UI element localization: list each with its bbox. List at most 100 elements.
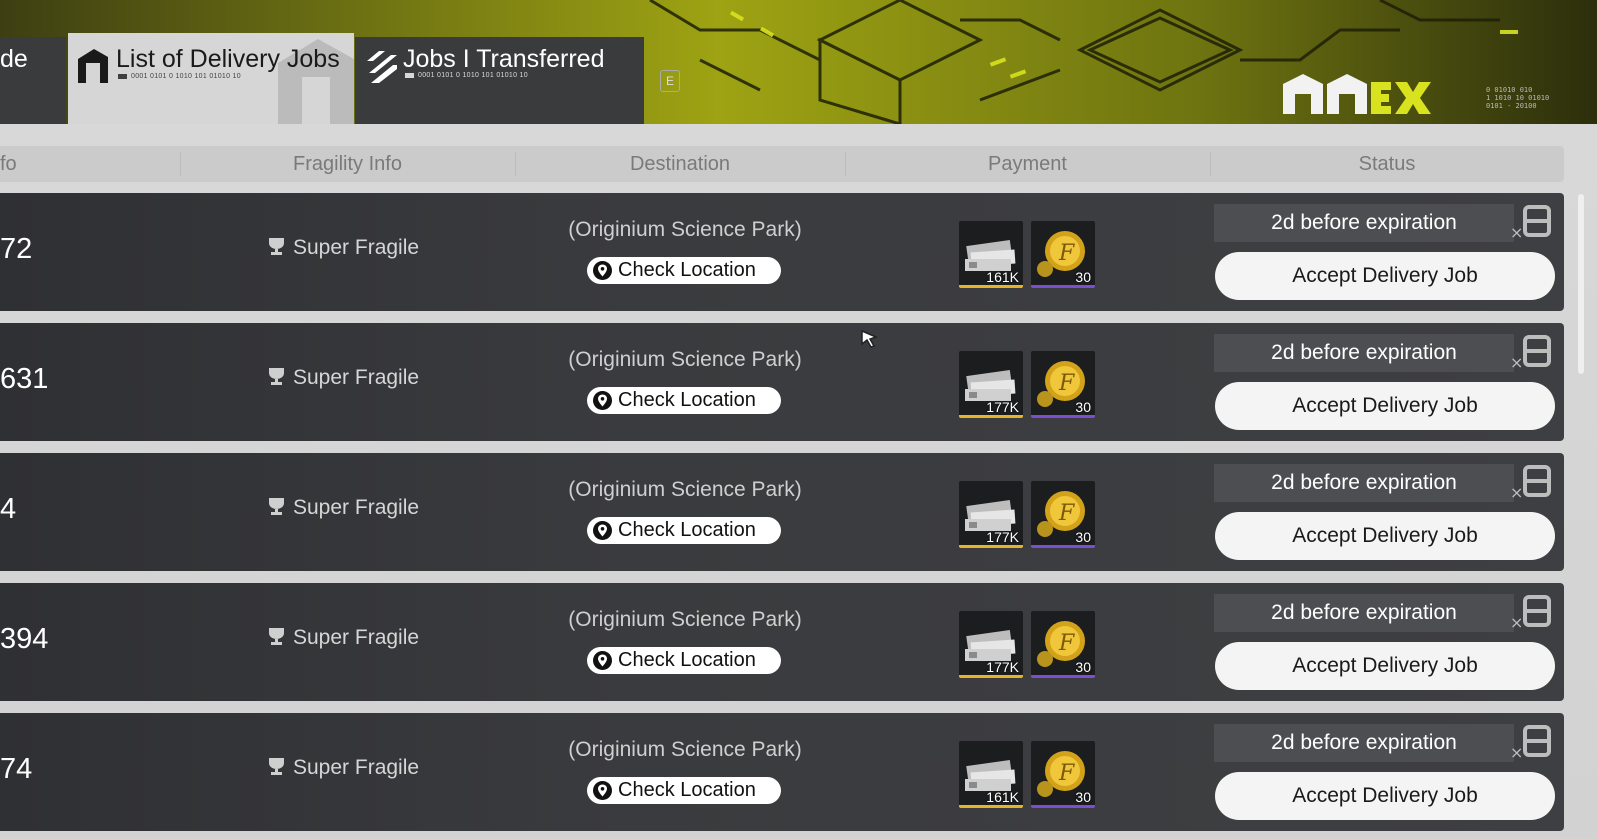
payment-money[interactable]: 177K	[959, 481, 1023, 548]
svg-text:×: ×	[1510, 483, 1523, 501]
job-row[interactable]: 631 Super Fragile (Originium Science Par…	[0, 323, 1564, 441]
tab-list-of-delivery-jobs[interactable]: List of Delivery Jobs 0001 0101 0 1010 1…	[68, 33, 354, 124]
check-location-button[interactable]: Check Location	[587, 647, 781, 674]
svg-text:×: ×	[1510, 353, 1523, 371]
accept-delivery-job-button[interactable]: Accept Delivery Job	[1215, 252, 1555, 300]
svg-text:F: F	[1058, 631, 1075, 656]
trophy-cup-icon	[269, 368, 284, 385]
column-header: fo Fragility Info Destination Payment St…	[0, 146, 1564, 182]
fragility-info: Super Fragile	[268, 236, 419, 260]
payment-coin[interactable]: F 30	[1031, 351, 1095, 418]
payment-coin[interactable]: F 30	[1031, 611, 1095, 678]
mouse-cursor-icon	[861, 329, 878, 348]
job-row[interactable]: 72 Super Fragile (Originium Science Park…	[0, 193, 1564, 311]
svg-text:×: ×	[1510, 743, 1523, 761]
map-pin-icon	[593, 651, 612, 670]
coin-amount: 30	[1075, 659, 1091, 675]
discard-job-icon[interactable]: ×	[1510, 205, 1552, 241]
check-location-button[interactable]: Check Location	[587, 387, 781, 414]
fragility-info: Super Fragile	[268, 626, 419, 650]
expiration-status: 2d before expiration	[1214, 464, 1514, 502]
warehouse-icon	[78, 49, 108, 83]
job-id: 72	[0, 233, 33, 265]
job-row[interactable]: 74 Super Fragile (Originium Science Park…	[0, 713, 1564, 831]
column-fragility: Fragility Info	[293, 153, 402, 175]
job-row[interactable]: 4 Super Fragile (Originium Science Park)…	[0, 453, 1564, 571]
destination-name: (Originium Science Park)	[568, 478, 802, 501]
tab-transferred-code: 0001 0101 0 1010 101 01010 10	[405, 72, 528, 79]
fragility-label: Super Fragile	[293, 626, 420, 649]
tab-transferred-label: Jobs I Transferred	[403, 45, 605, 73]
coin-amount: 30	[1075, 399, 1091, 415]
payment-money[interactable]: 177K	[959, 351, 1023, 418]
check-location-label: Check Location	[618, 779, 756, 801]
destination-name: (Originium Science Park)	[568, 348, 802, 371]
tab-list-label: List of Delivery Jobs	[116, 45, 340, 73]
fragility-label: Super Fragile	[293, 496, 420, 519]
brand-code: 0 01010 010 1 1010 10 01010 0101 - 20100	[1486, 86, 1549, 110]
tab-guide[interactable]: de	[0, 37, 66, 124]
payment-coin[interactable]: F 30	[1031, 741, 1095, 808]
trophy-cup-icon	[269, 498, 284, 515]
delivery-jobs-panel: fo Fragility Info Destination Payment St…	[0, 124, 1597, 839]
expiration-status: 2d before expiration	[1214, 594, 1514, 632]
payment-coin[interactable]: F 30	[1031, 221, 1095, 288]
payment-money[interactable]: 161K	[959, 741, 1023, 808]
accept-delivery-job-button[interactable]: Accept Delivery Job	[1215, 512, 1555, 560]
accept-delivery-job-button[interactable]: Accept Delivery Job	[1215, 642, 1555, 690]
fragility-info: Super Fragile	[268, 366, 419, 390]
job-id: 4	[0, 493, 17, 525]
svg-text:×: ×	[1510, 223, 1523, 241]
payment-coin[interactable]: F 30	[1031, 481, 1095, 548]
trophy-cup-icon	[269, 628, 284, 645]
map-pin-icon	[593, 391, 612, 410]
brand-code-line: 0101 - 20100	[1486, 102, 1537, 110]
money-amount: 161K	[986, 269, 1019, 285]
job-row[interactable]: 394 Super Fragile (Originium Science Par…	[0, 583, 1564, 701]
discard-job-icon[interactable]: ×	[1510, 595, 1552, 631]
expiration-status: 2d before expiration	[1214, 204, 1514, 242]
money-amount: 177K	[986, 399, 1019, 415]
column-info: fo	[0, 153, 17, 175]
column-destination: Destination	[629, 153, 731, 175]
key-hint-e: E	[660, 70, 680, 92]
discard-job-icon[interactable]: ×	[1510, 335, 1552, 371]
discard-job-icon[interactable]: ×	[1510, 725, 1552, 761]
job-id: 631	[0, 363, 49, 395]
destination-name: (Originium Science Park)	[568, 738, 802, 761]
brand-logo	[1283, 74, 1431, 114]
job-id: 74	[0, 753, 33, 785]
expiration-status: 2d before expiration	[1214, 724, 1514, 762]
destination-name: (Originium Science Park)	[568, 608, 802, 631]
expiration-status: 2d before expiration	[1214, 334, 1514, 372]
fragility-info: Super Fragile	[268, 756, 419, 780]
column-status: Status	[1358, 153, 1416, 175]
discard-job-icon[interactable]: ×	[1510, 465, 1552, 501]
top-banner: de List of Delivery Jobs 0001 0101 0 101…	[0, 0, 1597, 124]
fragility-label: Super Fragile	[293, 756, 420, 779]
brand-code-line: 1 1010 10 01010	[1486, 94, 1550, 102]
tab-jobs-i-transferred[interactable]: Jobs I Transferred 0001 0101 0 1010 101 …	[355, 37, 644, 124]
map-pin-icon	[593, 521, 612, 540]
fragility-label: Super Fragile	[293, 366, 420, 389]
svg-text:F: F	[1058, 241, 1075, 266]
check-location-button[interactable]: Check Location	[587, 257, 781, 284]
check-location-label: Check Location	[618, 519, 756, 541]
trophy-cup-icon	[269, 238, 284, 255]
svg-text:×: ×	[1510, 613, 1523, 631]
check-location-label: Check Location	[618, 389, 756, 411]
coin-amount: 30	[1075, 529, 1091, 545]
tab-guide-label: de	[0, 45, 28, 73]
destination-name: (Originium Science Park)	[568, 218, 802, 241]
check-location-button[interactable]: Check Location	[587, 517, 781, 544]
map-pin-icon	[593, 261, 612, 280]
payment-money[interactable]: 177K	[959, 611, 1023, 678]
payment-money[interactable]: 161K	[959, 221, 1023, 288]
accept-delivery-job-button[interactable]: Accept Delivery Job	[1215, 772, 1555, 820]
fragility-info: Super Fragile	[268, 496, 419, 520]
accept-delivery-job-button[interactable]: Accept Delivery Job	[1215, 382, 1555, 430]
scrollbar[interactable]	[1578, 194, 1584, 374]
column-payment: Payment	[988, 153, 1067, 175]
trophy-cup-icon	[269, 758, 284, 775]
check-location-button[interactable]: Check Location	[587, 777, 781, 804]
